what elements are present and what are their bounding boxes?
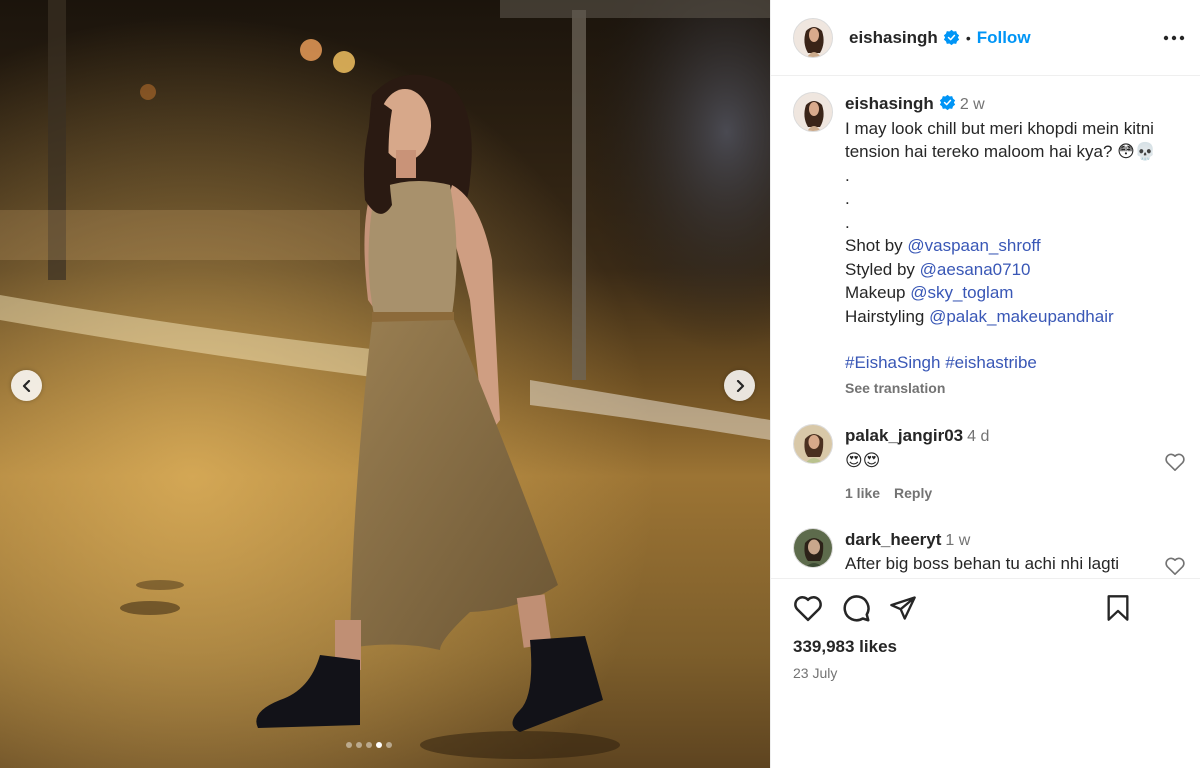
comment-time: 4 d	[967, 428, 990, 445]
comment-time: 1 w	[945, 531, 971, 549]
chevron-right-icon	[736, 379, 744, 392]
like-comment-button[interactable]	[1164, 556, 1186, 579]
post-viewer: eishasingh • Follow eishasingh 2 w I may …	[0, 0, 1200, 768]
heart-icon	[1165, 453, 1185, 471]
credit-line-shot: Shot by @vaspaan_shroff	[845, 234, 1186, 258]
caption-text-line: tension hai tereko maloom hai kya? 😳💀	[845, 142, 1157, 161]
carousel-dot	[346, 742, 352, 748]
credit-label: Shot by	[845, 236, 908, 255]
comment: dark_heeryt 1 w After big boss behan tu a…	[793, 527, 1186, 579]
like-button[interactable]	[793, 594, 823, 622]
carousel-dot	[386, 742, 392, 748]
action-bar	[793, 585, 1186, 631]
comment-icon	[843, 595, 870, 622]
post-photo	[0, 0, 770, 768]
caption-time: 2 w	[959, 96, 985, 113]
credit-label: Hairstyling	[845, 306, 930, 326]
commenter-avatar[interactable]	[793, 424, 833, 464]
mention-link[interactable]: @sky_toglam	[910, 283, 1013, 302]
post-details-panel: eishasingh • Follow eishasingh 2 w I may …	[770, 0, 1200, 768]
author-username[interactable]: eishasingh	[849, 28, 938, 48]
carousel-dot	[366, 742, 372, 748]
photo-scene	[0, 0, 770, 768]
caption-body: eishasingh 2 w I may look chill but meri …	[845, 92, 1186, 400]
comment-meta: 1 like Reply	[845, 482, 1186, 506]
credit-line-makeup: Makeup @sky_toglam	[845, 281, 1186, 305]
comments-section[interactable]: eishasingh 2 w I may look chill but meri …	[771, 76, 1200, 578]
post-actions: 339,983 likes 23 July	[771, 578, 1200, 768]
more-options-button[interactable]	[1162, 26, 1186, 50]
credit-line-hair: Hairstyling @palak_makeupandhair	[845, 305, 1186, 329]
caption-text-line: I may look chill but meri khopdi mein ki…	[845, 118, 1154, 138]
more-icon	[1163, 35, 1185, 40]
comment-text: After big boss behan tu achi nhi lagti	[845, 554, 1120, 573]
verified-badge-icon	[943, 29, 959, 46]
credit-label: Styled by	[845, 259, 920, 279]
hashtag-link[interactable]: #eishastribe	[945, 353, 1037, 372]
mention-link[interactable]: @vaspaan_shroff	[907, 236, 1040, 255]
post-date: 23 July	[793, 665, 838, 681]
hashtag-link[interactable]: #EishaSingh	[845, 353, 940, 372]
comment-username[interactable]: dark_heeryt	[845, 530, 941, 549]
share-icon	[890, 596, 916, 620]
carousel-dot	[376, 742, 382, 748]
comment-username[interactable]: palak_jangir03	[845, 426, 963, 445]
caption-avatar[interactable]	[793, 92, 833, 132]
share-button[interactable]	[889, 594, 917, 622]
reply-button[interactable]: Reply	[894, 485, 932, 501]
author-avatar[interactable]	[793, 17, 833, 58]
like-comment-button[interactable]	[1164, 452, 1186, 477]
credit-line-styled: Styled by @aesana0710	[845, 258, 1186, 282]
caption: eishasingh 2 w I may look chill but meri …	[793, 92, 1186, 400]
verified-badge-icon	[939, 94, 955, 111]
credit-label: Makeup	[845, 283, 911, 302]
comment: palak_jangir03 4 d 😍😍 1 like Reply	[793, 424, 1186, 506]
comment-body: palak_jangir03 4 d 😍😍 1 like Reply	[845, 424, 1186, 506]
separator-dot: •	[965, 29, 971, 46]
mention-link[interactable]: @palak_makeupandhair	[929, 307, 1114, 326]
save-button[interactable]	[1106, 594, 1130, 622]
chevron-left-icon	[22, 379, 30, 392]
caption-username[interactable]: eishasingh	[845, 94, 934, 113]
carousel-dot	[356, 742, 362, 748]
see-translation-link[interactable]: See translation	[845, 377, 1186, 401]
previous-photo-button[interactable]	[11, 370, 42, 401]
caption-dot: .	[845, 189, 850, 208]
likes-count[interactable]: 339,983 likes	[793, 637, 1186, 657]
bookmark-icon	[1107, 595, 1129, 621]
heart-icon	[1165, 557, 1185, 575]
comment-body: dark_heeryt 1 w After big boss behan tu a…	[845, 528, 1186, 576]
post-header: eishasingh • Follow	[771, 0, 1200, 76]
next-photo-button[interactable]	[724, 370, 755, 401]
heart-icon	[794, 596, 822, 622]
carousel-indicator	[346, 742, 392, 748]
comment-button[interactable]	[841, 593, 871, 623]
comment-likes[interactable]: 1 like	[845, 485, 880, 501]
hashtags: #EishaSingh #eishastribe	[845, 351, 1186, 375]
caption-dot: .	[845, 212, 850, 232]
commenter-avatar[interactable]	[793, 527, 833, 568]
mention-link[interactable]: @aesana0710	[920, 260, 1031, 279]
comment-text: 😍😍	[845, 450, 881, 470]
follow-button[interactable]: Follow	[977, 28, 1031, 48]
caption-dot: .	[845, 165, 850, 185]
